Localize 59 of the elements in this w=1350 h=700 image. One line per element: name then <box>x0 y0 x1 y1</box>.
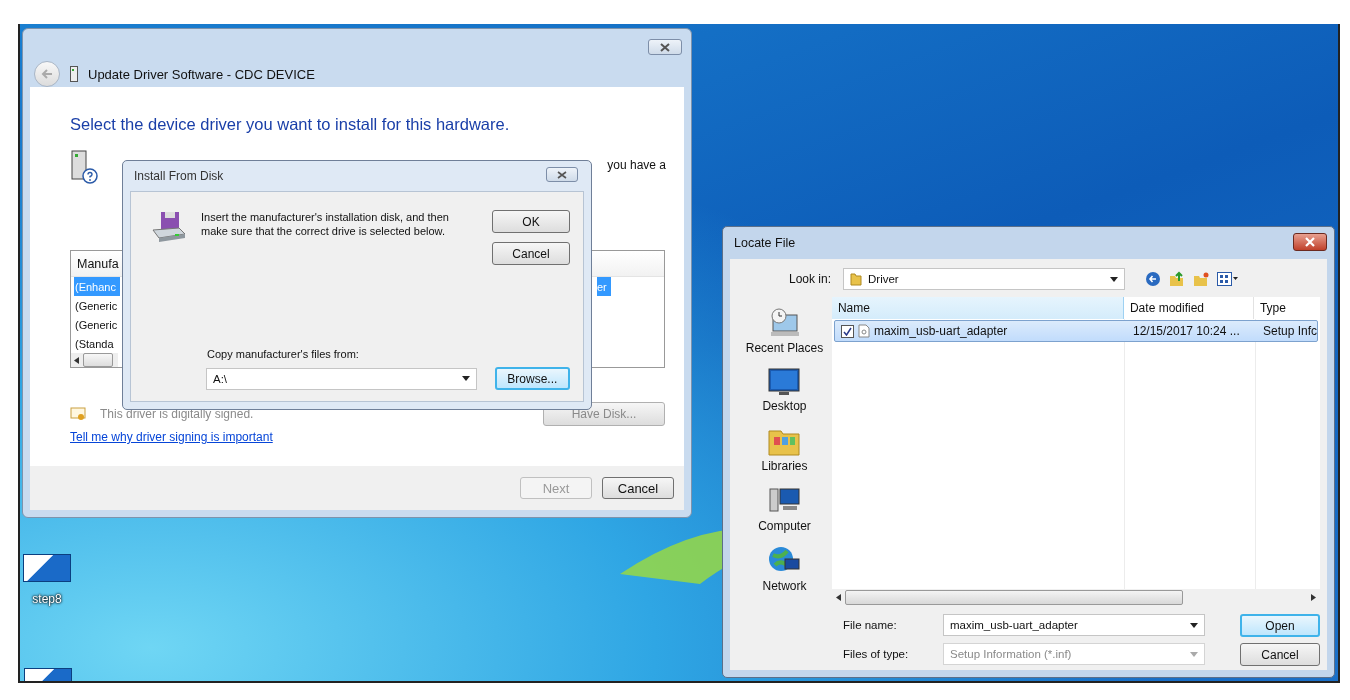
up-folder-icon[interactable] <box>1169 271 1185 287</box>
dialog-button[interactable]: Cancel <box>1240 643 1320 666</box>
place-label[interactable]: Recent Places <box>745 341 824 355</box>
dialog-message: Insert the manufacturer's installation disk, and then make sure that the correct drive is selected below. <box>201 210 450 238</box>
place-label[interactable]: Libraries <box>761 459 808 473</box>
device-icon <box>70 66 78 82</box>
dialog-button[interactable]: Open <box>1240 614 1320 637</box>
new-folder-icon[interactable] <box>1193 271 1209 287</box>
place-label[interactable]: Desktop <box>762 399 807 413</box>
window-thumbnail-icon[interactable] <box>23 554 71 582</box>
signature-status-text: This driver is digitally signed. <box>100 407 254 421</box>
dialog-button[interactable]: Cancel <box>492 242 570 265</box>
field-label: Look in: <box>787 272 831 286</box>
look-in-combo-box[interactable]: Driver <box>843 268 1125 290</box>
folder-icon <box>850 272 862 286</box>
dropdown-arrow-icon[interactable] <box>1190 622 1198 628</box>
field-label: File name: <box>843 619 898 631</box>
monitor-icon[interactable] <box>767 367 802 397</box>
help-link[interactable]: Tell me why driver signing is important <box>70 430 273 444</box>
page-heading: Select the device driver you want to install for this hardware. <box>70 115 511 134</box>
window-title: Locate File <box>734 236 796 250</box>
back-icon[interactable] <box>1145 271 1161 287</box>
field-label: Files of type: <box>843 648 910 660</box>
left-arrow-icon[interactable] <box>835 594 841 601</box>
dropdown-arrow-icon[interactable] <box>461 376 470 381</box>
path-combo-box[interactable]: A:\ <box>206 367 477 390</box>
close-icon[interactable] <box>659 42 671 52</box>
dialog-button[interactable]: OK <box>492 210 570 233</box>
column-header[interactable]: Manufa <box>77 256 119 271</box>
floppy-drive-icon <box>151 210 187 242</box>
file-name-combo-box[interactable]: maxim_usb-uart_adapter <box>943 614 1205 636</box>
close-button[interactable] <box>546 167 578 182</box>
file-row[interactable]: maxim_usb-uart_adapter 12/15/2017 10:24 ... Setup Infc <box>833 320 1318 342</box>
column-header[interactable]: Date modified <box>1123 297 1254 319</box>
computer-help-icon <box>70 150 98 184</box>
left-arrow-icon[interactable] <box>74 356 79 364</box>
dropdown-arrow-icon[interactable] <box>1110 276 1118 282</box>
certificate-icon <box>70 407 86 421</box>
driver-list-item[interactable]: (Generic <box>74 296 120 315</box>
checkbox[interactable] <box>840 324 854 338</box>
driver-list-item[interactable]: (Generic <box>74 315 120 334</box>
right-arrow-icon[interactable] <box>1311 594 1316 601</box>
close-button[interactable] <box>648 39 682 55</box>
horizontal-scrollbar[interactable] <box>71 353 118 367</box>
dialog-button[interactable]: Cancel <box>602 477 674 499</box>
column-header[interactable]: Type <box>1253 297 1320 319</box>
field-label: Copy manufacturer's files from: <box>207 348 360 360</box>
browse-button[interactable]: Browse... <box>494 367 570 390</box>
close-icon[interactable] <box>557 170 567 179</box>
view-menu-icon[interactable] <box>1217 272 1239 286</box>
place-label[interactable]: Network <box>762 579 807 593</box>
settings-file-icon <box>857 324 870 338</box>
window-title: Update Driver Software - CDC DEVICE <box>88 66 315 82</box>
place-label[interactable]: Computer <box>758 519 811 533</box>
instruction-text: you have a <box>607 158 666 172</box>
close-button[interactable] <box>1293 233 1327 251</box>
driver-list-item[interactable]: (Standa <box>74 334 120 353</box>
dialog-title: Install From Disk <box>134 169 224 183</box>
column-header[interactable]: Name <box>831 297 1124 319</box>
